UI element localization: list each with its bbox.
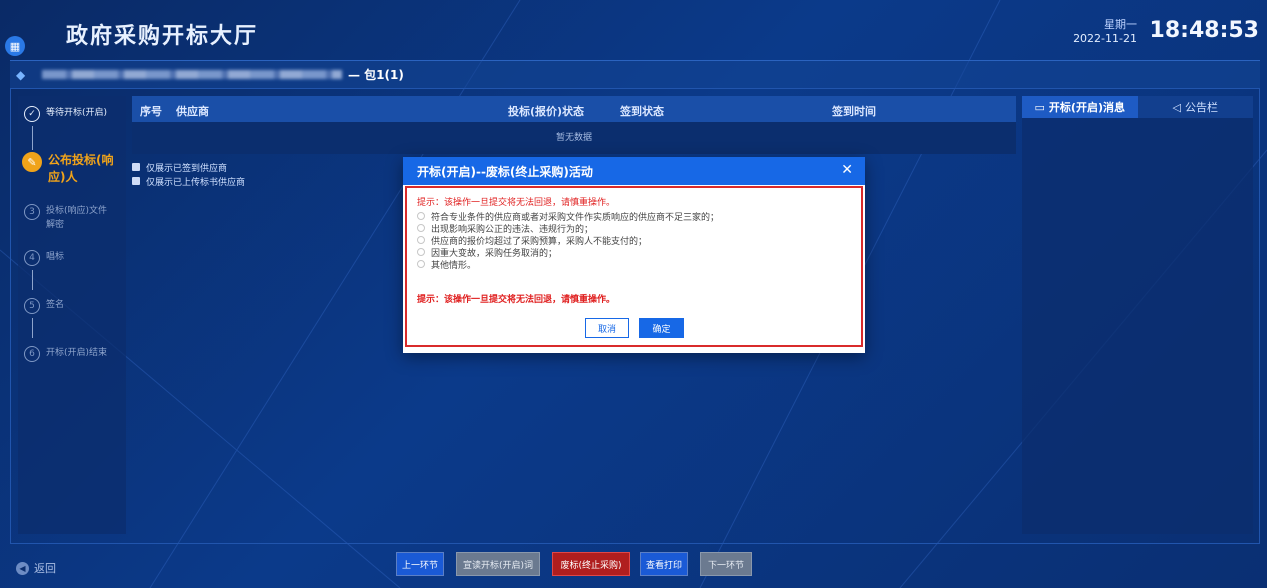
step-number: 3 (24, 204, 40, 220)
panel-tabs: ▭ 开标(开启)消息 ◁ 公告栏 (1022, 96, 1253, 118)
confirm-button[interactable]: 确定 (639, 318, 684, 338)
reason-option[interactable]: 供应商的报价均超过了采购预算，采购人不能支付的； (417, 234, 851, 247)
filter-group: 仅展示已签到供应商 仅展示已上传标书供应商 (132, 160, 245, 188)
table-header: 序号 供应商 投标(报价)状态 签到状态 签到时间 (132, 96, 1016, 122)
step-connector (32, 126, 33, 146)
dialog-header: 开标(开启)--废标(终止采购)活动 ✕ (403, 157, 865, 185)
step-label: 等待开标(开启) (46, 108, 108, 118)
tab-notices[interactable]: ◁ 公告栏 (1137, 96, 1253, 118)
step-4[interactable]: 4 唱标 (24, 250, 64, 266)
reason-option[interactable]: 符合专业条件的供应商或者对采购文件作实质响应的供应商不足三家的； (417, 210, 851, 223)
tab-messages[interactable]: ▭ 开标(开启)消息 (1022, 96, 1138, 118)
dialog-body: 提示：该操作一旦提交将无法回退，请慎重操作。 符合专业条件的供应商或者对采购文件… (405, 186, 863, 347)
app-menu-icon[interactable]: ▦ (5, 36, 25, 56)
step-label: 开标(开启)结束 (46, 348, 108, 358)
filter-signed-in[interactable]: 仅展示已签到供应商 (132, 160, 245, 174)
step-label: 唱标 (46, 252, 65, 262)
step-connector (32, 270, 33, 290)
filter-label: 仅展示已上传标书供应商 (146, 177, 246, 188)
cancel-button[interactable]: 取消 (585, 318, 629, 338)
col-index: 序号 (140, 105, 162, 118)
col-signin-time: 签到时间 (832, 105, 876, 118)
print-view-button[interactable]: 查看打印 (640, 552, 688, 576)
tab-label: 开标(开启)消息 (1048, 101, 1125, 114)
checkbox[interactable] (132, 163, 140, 171)
step-6[interactable]: 6 开标(开启)结束 (24, 346, 107, 362)
tab-label: 公告栏 (1184, 101, 1218, 114)
checkbox[interactable] (132, 177, 140, 185)
next-step-button[interactable]: 下一环节 (700, 552, 752, 576)
col-bid-status: 投标(报价)状态 (508, 105, 585, 118)
radio-button[interactable] (417, 248, 425, 256)
reason-options: 符合专业条件的供应商或者对采购文件作实质响应的供应商不足三家的； 出现影响采购公… (417, 210, 851, 271)
step-label: 签名 (46, 300, 65, 310)
step-label: 公布投标(响应)人 (48, 153, 114, 184)
package-name: — 包1(1) (348, 68, 404, 82)
step-sidebar: ✓ 等待开标(开启) ✎ 公布投标(响应)人 3 投标(响应)文件解密 4 唱标… (18, 96, 126, 534)
top-header: ▦ 政府采购开标大厅 星期一 2022-11-21 18:48:53 (0, 0, 1267, 62)
layers-icon: ◆ (16, 68, 26, 82)
clock: 18:48:53 (1149, 18, 1259, 43)
check-icon: ✓ (24, 106, 40, 122)
date-label: 2022-11-21 (1073, 32, 1137, 45)
warning-text-bottom: 提示：该操作一旦提交将无法回退，请慎重操作。 (417, 295, 616, 305)
close-icon[interactable]: ✕ (841, 162, 853, 178)
radio-button[interactable] (417, 236, 425, 244)
project-name-redacted (42, 70, 342, 79)
dialog-title: 开标(开启)--废标(终止采购)活动 (417, 164, 593, 179)
step-number: 4 (24, 250, 40, 266)
speaker-icon: ◁ (1172, 100, 1181, 114)
reason-option[interactable]: 因重大变故，采购任务取消的； (417, 246, 851, 259)
option-label: 其他情形。 (431, 260, 477, 271)
col-supplier: 供应商 (176, 105, 209, 118)
warning-text: 提示：该操作一旦提交将无法回退，请慎重操作。 (417, 198, 616, 208)
read-opening-button[interactable]: 宣读开标(开启)词 (456, 552, 540, 576)
bottom-toolbar: ◀ 返回 上一环节 宣读开标(开启)词 废标(终止采购) 查看打印 下一环节 (0, 548, 1267, 588)
step-label: 投标(响应)文件解密 (46, 206, 108, 230)
abort-dialog: 开标(开启)--废标(终止采购)活动 ✕ 提示：该操作一旦提交将无法回退，请慎重… (403, 157, 865, 353)
table-empty: 暂无数据 (132, 122, 1016, 154)
reason-option[interactable]: 其他情形。 (417, 258, 851, 271)
package-bar: ◆ — 包1(1) (10, 60, 1260, 88)
prev-step-button[interactable]: 上一环节 (396, 552, 444, 576)
radio-button[interactable] (417, 212, 425, 220)
back-button[interactable]: ◀ 返回 (16, 560, 56, 576)
step-3[interactable]: 3 投标(响应)文件解密 (24, 204, 116, 232)
col-signin-status: 签到状态 (620, 105, 664, 118)
reason-option[interactable]: 出现影响采购公正的违法、违规行为的； (417, 222, 851, 235)
abort-bid-button[interactable]: 废标(终止采购) (552, 552, 630, 576)
radio-button[interactable] (417, 224, 425, 232)
step-1[interactable]: ✓ 等待开标(开启) (24, 106, 107, 122)
back-icon: ◀ (16, 561, 29, 575)
filter-label: 仅展示已签到供应商 (146, 163, 228, 174)
step-connector (32, 144, 33, 150)
date-display: 星期一 2022-11-21 (1073, 18, 1137, 46)
step-number: 6 (24, 346, 40, 362)
weekday-label: 星期一 (1104, 18, 1137, 31)
radio-button[interactable] (417, 260, 425, 268)
message-panel: ▭ 开标(开启)消息 ◁ 公告栏 (1022, 96, 1253, 534)
edit-icon: ✎ (22, 152, 42, 172)
page-title: 政府采购开标大厅 (66, 24, 259, 49)
step-connector (32, 318, 33, 338)
step-2[interactable]: ✎ 公布投标(响应)人 (22, 152, 116, 186)
filter-uploaded[interactable]: 仅展示已上传标书供应商 (132, 174, 245, 188)
step-5[interactable]: 5 签名 (24, 298, 64, 314)
step-number: 5 (24, 298, 40, 314)
message-icon: ▭ (1034, 100, 1045, 114)
back-label: 返回 (34, 562, 56, 575)
